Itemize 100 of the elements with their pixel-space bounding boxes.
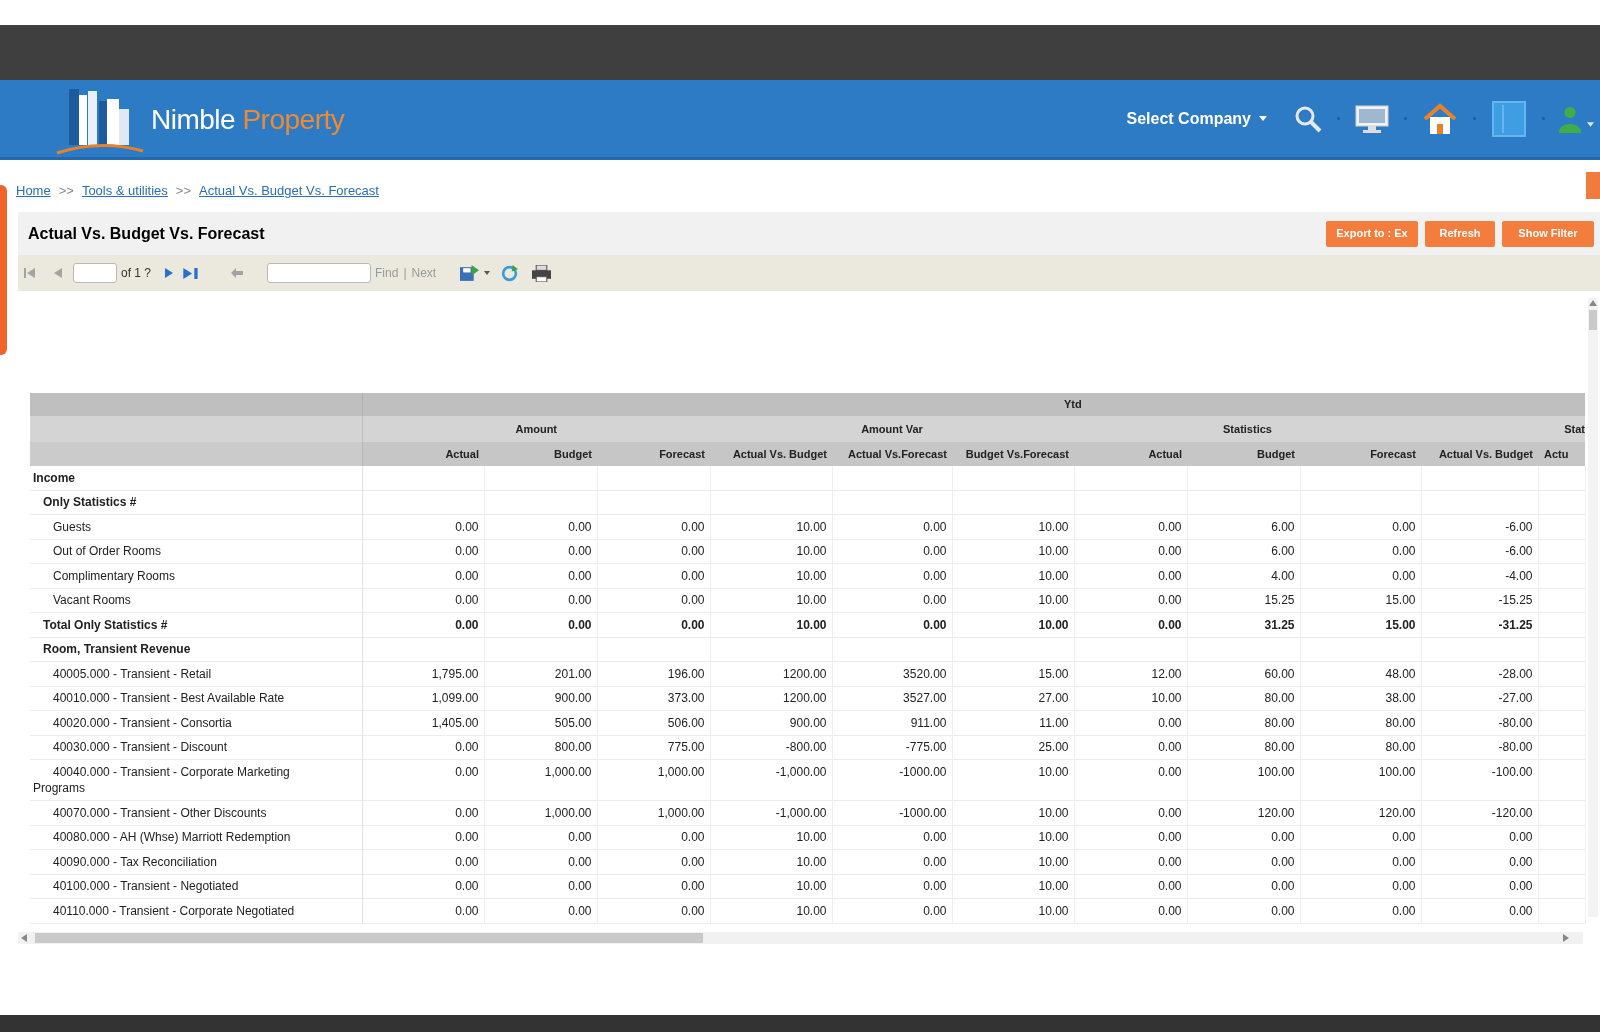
page-number-field[interactable] (73, 263, 117, 283)
table-cell: 0.00 (1074, 735, 1187, 760)
home-icon[interactable] (1423, 102, 1457, 135)
column-header: Actual (1074, 442, 1187, 466)
table-cell: 10.00 (710, 588, 832, 613)
table-cell: -800.00 (710, 735, 832, 760)
table-cell: -31.25 (1421, 612, 1538, 637)
monitor-icon[interactable] (1354, 103, 1390, 134)
last-page-icon[interactable] (183, 267, 200, 279)
table-cell: 10.00 (952, 898, 1074, 923)
horizontal-scrollbar[interactable] (18, 931, 1583, 944)
table-cell: 0.00 (832, 825, 952, 850)
table-cell: 1,795.00 (362, 661, 484, 686)
table-cell: 15.25 (1187, 588, 1300, 613)
row-label: Vacant Rooms (53, 593, 131, 607)
table-cell: 0.00 (362, 563, 484, 588)
table-cell: -80.00 (1421, 710, 1538, 735)
caret-icon[interactable] (484, 271, 491, 275)
column-group-header: Stat (1421, 416, 1585, 442)
table-cell: 15.00 (1300, 588, 1421, 613)
caret-icon (1259, 116, 1267, 121)
breadcrumb-link[interactable]: Tools & utilities (81, 181, 168, 201)
export-icon[interactable] (460, 264, 480, 282)
next-link[interactable]: Next (411, 264, 437, 282)
find-link[interactable]: Find (375, 264, 399, 282)
refresh-button[interactable]: Refresh (1425, 220, 1495, 247)
table-cell: 1,000.00 (484, 759, 597, 801)
table-cell: 0.00 (1074, 539, 1187, 564)
scroll-left-icon[interactable] (21, 933, 27, 942)
table-cell: 1,405.00 (362, 710, 484, 735)
row-label: Room, Transient Revenue (43, 642, 191, 656)
row-label: 40005.000 - Transient - Retail (53, 666, 212, 681)
table-cell: 10.00 (952, 563, 1074, 588)
table-cell: 0.00 (484, 563, 597, 588)
column-group-header: Amount (362, 416, 710, 442)
previous-page-icon[interactable] (54, 268, 62, 278)
find-field[interactable] (267, 263, 372, 283)
table-cell: -775.00 (832, 735, 952, 760)
table-cell: -100.00 (1421, 759, 1538, 801)
table-cell: -1,000.00 (710, 800, 832, 825)
table-cell: 0.00 (1074, 563, 1187, 588)
caret-icon[interactable] (1587, 122, 1594, 127)
column-group-header: Amount Var (710, 416, 1074, 442)
row-label: 40040.000 - Transient - Corporate Marketing Programs (33, 764, 290, 795)
breadcrumb-link[interactable]: Home (16, 181, 51, 201)
table-cell: 3527.00 (832, 686, 952, 711)
table-cell: 0.00 (362, 800, 484, 825)
column-header: Budget Vs.Forecast (952, 442, 1074, 466)
column-header: Forecast (597, 442, 710, 466)
table-cell: 80.00 (1300, 710, 1421, 735)
table-cell: 6.00 (1187, 514, 1300, 539)
refresh-icon[interactable] (501, 264, 519, 282)
breadcrumb-link[interactable]: Actual Vs. Budget Vs. Forecast (199, 181, 379, 201)
table-cell: 0.00 (1187, 849, 1300, 874)
table-cell: 4.00 (1187, 563, 1300, 588)
table-cell: 0.00 (832, 539, 952, 564)
table-cell: 10.00 (710, 874, 832, 899)
first-page-icon[interactable] (24, 268, 36, 278)
table-cell: 0.00 (1300, 563, 1421, 588)
scrollbar-thumb[interactable] (35, 932, 703, 943)
table-cell: 373.00 (597, 686, 710, 711)
row-label: Total Only Statistics # (43, 617, 168, 632)
vertical-scrollbar[interactable] (1588, 298, 1598, 917)
table-cell: 15.00 (952, 661, 1074, 686)
show-filter-button[interactable]: Show Filter (1502, 220, 1594, 247)
company-select[interactable]: Select Company (1126, 106, 1267, 131)
back-arrow-icon[interactable] (231, 268, 244, 278)
table-cell: -27.00 (1421, 686, 1538, 711)
table-cell: 0.00 (1074, 898, 1187, 923)
table-cell: 10.00 (952, 588, 1074, 613)
table-cell: 0.00 (597, 563, 710, 588)
table-cell: -1,000.00 (710, 759, 832, 801)
scrollbar-thumb[interactable] (1589, 310, 1597, 330)
table-cell: 10.00 (710, 898, 832, 923)
table-cell: 0.00 (1187, 874, 1300, 899)
table-cell: 1,099.00 (362, 686, 484, 711)
table-cell: 0.00 (362, 735, 484, 760)
table-cell: 10.00 (952, 800, 1074, 825)
print-icon[interactable] (532, 264, 552, 282)
page-count: of 1 ? (121, 265, 152, 282)
table-cell: 900.00 (710, 710, 832, 735)
table-cell: 27.00 (952, 686, 1074, 711)
export-button[interactable]: Export to : Ex (1326, 220, 1418, 247)
panel-icon[interactable] (1492, 100, 1526, 137)
table-cell: -120.00 (1421, 800, 1538, 825)
row-label: 40090.000 - Tax Reconciliation (53, 854, 217, 869)
brand-name: Nimble Property (151, 105, 345, 134)
table-cell: 6.00 (1187, 539, 1300, 564)
table-cell: 0.00 (362, 874, 484, 899)
scroll-right-icon[interactable] (1563, 933, 1569, 942)
table-cell: 0.00 (484, 588, 597, 613)
table-cell: -15.25 (1421, 588, 1538, 613)
table-cell: 10.00 (710, 514, 832, 539)
table-cell: 0.00 (362, 612, 484, 637)
next-page-icon[interactable] (165, 268, 174, 278)
scroll-up-icon[interactable] (1589, 300, 1597, 306)
table-cell: 0.00 (597, 514, 710, 539)
row-label: Complimentary Rooms (53, 568, 176, 583)
table-cell: 800.00 (484, 735, 597, 760)
table-cell: 0.00 (597, 849, 710, 874)
